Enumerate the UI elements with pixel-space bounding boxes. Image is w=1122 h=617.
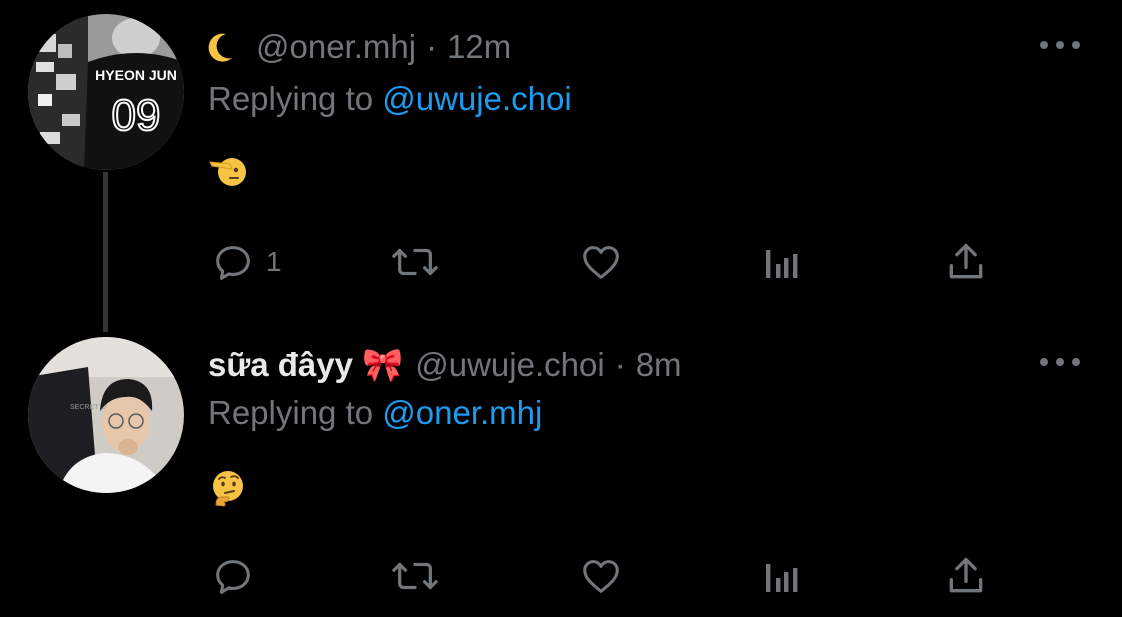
share-button[interactable] [944, 238, 988, 286]
replying-prefix: Replying to [208, 80, 383, 117]
avatar-image: SECRET LAB [28, 337, 184, 493]
crescent-moon-icon [208, 32, 234, 62]
more-options-button[interactable] [1040, 352, 1080, 372]
heart-icon [583, 560, 619, 593]
more-dot-icon [1056, 358, 1064, 366]
reply-icon [216, 246, 250, 280]
retweet-button[interactable] [388, 238, 442, 286]
more-options-button[interactable] [1040, 35, 1080, 55]
tweet-header: sữa đâyy 🎀 @uwuje.choi · 8m [208, 345, 682, 385]
more-dot-icon [1072, 358, 1080, 366]
analytics-icon [766, 250, 798, 278]
saluting-face-icon [208, 150, 248, 190]
reply-button[interactable] [210, 552, 266, 600]
tweet[interactable]: SECRET LAB sữa đâyy 🎀 @uwuje.choi · 8m R… [0, 330, 1122, 617]
avatar-jersey-name: HYEON JUN [95, 67, 177, 83]
mention-link[interactable]: @uwuje.choi [382, 80, 571, 117]
separator-dot: · [426, 28, 438, 65]
reply-count: 1 [266, 246, 282, 277]
like-button[interactable] [578, 238, 624, 286]
like-button[interactable] [578, 552, 624, 600]
thread-line [103, 172, 108, 332]
user-handle[interactable]: @oner.mhj [256, 28, 416, 66]
more-dot-icon [1072, 41, 1080, 49]
replying-prefix: Replying to [208, 394, 383, 431]
avatar-jersey-number: 09 [112, 91, 161, 140]
replying-to: Replying to @oner.mhj [208, 394, 542, 432]
reply-button[interactable]: 1 [210, 238, 282, 286]
reply-icon [216, 560, 250, 594]
heart-icon [583, 246, 619, 279]
share-icon [949, 243, 983, 279]
more-dot-icon [1040, 41, 1048, 49]
avatar-image: HYEON JUN 09 [28, 14, 184, 170]
share-button[interactable] [944, 552, 988, 600]
retweet-button[interactable] [388, 552, 442, 600]
share-icon [949, 557, 983, 593]
replying-to: Replying to @uwuje.choi [208, 80, 572, 118]
tweet-header: @oner.mhj · 12m [208, 27, 511, 67]
views-button[interactable] [762, 238, 802, 286]
timestamp[interactable]: 8m [636, 346, 682, 384]
user-handle[interactable]: @uwuje.choi [415, 346, 604, 384]
more-dot-icon [1056, 41, 1064, 49]
avatar[interactable]: HYEON JUN 09 [28, 14, 184, 170]
analytics-icon [766, 564, 798, 592]
retweet-icon [392, 562, 438, 590]
mention-link[interactable]: @oner.mhj [382, 394, 542, 431]
views-button[interactable] [762, 552, 802, 600]
more-dot-icon [1040, 358, 1048, 366]
retweet-icon [392, 248, 438, 276]
display-name[interactable]: sữa đâyy 🎀 [208, 346, 403, 385]
separator-dot: · [614, 346, 626, 383]
timestamp[interactable]: 12m [447, 28, 511, 66]
thinking-face-icon [208, 467, 248, 507]
tweet[interactable]: HYEON JUN 09 @oner.mhj · 12m Replying to… [0, 0, 1122, 332]
avatar[interactable]: SECRET LAB [28, 337, 184, 493]
